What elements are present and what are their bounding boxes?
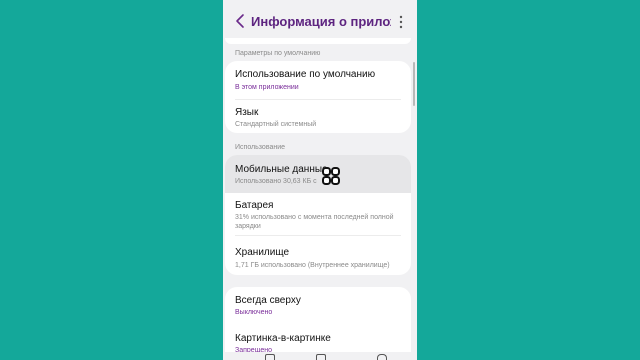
battery-label: Батарея	[235, 200, 274, 211]
previous-card-bottom	[225, 38, 411, 44]
battery-value-line1: 31% использовано с момента последней пол…	[235, 214, 394, 221]
app-bar: Информация о прилож...	[223, 0, 417, 42]
mobile-data-item[interactable]: Мобильные данные Использовано 30,63 КБ с	[225, 155, 411, 193]
language-value: Стандартный системный	[235, 121, 317, 128]
default-use-value: В этом приложении	[235, 84, 299, 91]
default-use-item[interactable]: Использование по умолчанию В этом прилож…	[225, 61, 411, 99]
default-use-label: Использование по умолчанию	[235, 69, 376, 80]
scrollbar[interactable]	[413, 62, 415, 106]
usage-card: Мобильные данные Использовано 30,63 КБ с…	[225, 155, 411, 275]
nav-icon-right[interactable]	[377, 354, 387, 360]
more-vertical-icon[interactable]	[397, 14, 405, 30]
language-label: Язык	[235, 107, 259, 118]
always-on-top-value: Выключено	[235, 309, 273, 316]
nav-icon-left[interactable]	[265, 354, 275, 360]
storage-label: Хранилище	[235, 247, 289, 258]
mobile-data-label: Мобильные данные	[235, 164, 328, 175]
section-header-defaults: Параметры по умолчанию	[235, 50, 321, 57]
always-on-top-label: Всегда сверху	[235, 295, 301, 306]
battery-item[interactable]: Батарея 31% использовано с момента после…	[225, 193, 411, 235]
section-header-usage: Использование	[235, 144, 286, 151]
storage-item[interactable]: Хранилище 1,71 ГБ использовано (Внутренн…	[225, 236, 411, 275]
screen-background: Информация о прилож... Параметры по умол…	[0, 0, 640, 360]
defaults-card: Использование по умолчанию В этом прилож…	[225, 61, 411, 133]
language-item[interactable]: Язык Стандартный системный	[225, 100, 411, 133]
pip-label: Картинка-в-картинке	[235, 333, 331, 344]
always-on-top-item[interactable]: Всегда сверху Выключено	[225, 287, 411, 325]
page-title: Информация о прилож...	[251, 14, 391, 29]
nav-icon-home[interactable]	[316, 354, 326, 360]
permissions-card: Всегда сверху Выключено Картинка-в-карти…	[225, 287, 411, 359]
chevron-left-icon[interactable]	[233, 13, 249, 29]
storage-value: 1,71 ГБ использовано (Внутреннее хранили…	[235, 262, 390, 269]
phone-screen: Информация о прилож... Параметры по умол…	[223, 0, 417, 360]
battery-value-line2: зарядки	[235, 223, 261, 230]
grid-four-rounded-icon[interactable]	[321, 166, 341, 186]
mobile-data-value: Использовано 30,63 КБ с	[235, 178, 317, 185]
